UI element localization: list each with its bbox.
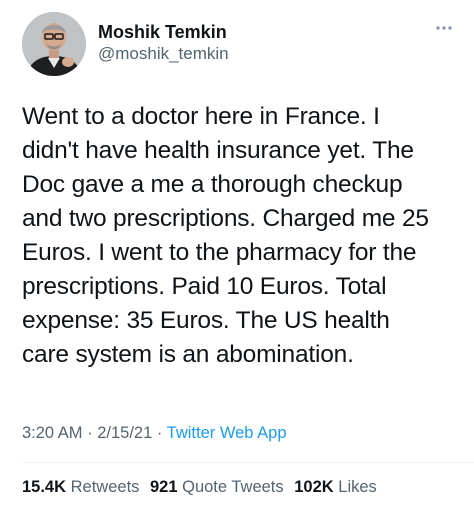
divider [22, 462, 474, 463]
retweets-stat[interactable]: 15.4K Retweets [22, 478, 139, 496]
tweet-card: Moshik Temkin @moshik_temkin Went to a d… [0, 0, 474, 508]
quote-tweets-count: 921 [150, 478, 178, 496]
avatar-image [22, 12, 86, 76]
more-options-icon [436, 26, 452, 30]
tweet-date[interactable]: 2/15/21 [97, 424, 152, 442]
quote-tweets-label: Quote Tweets [182, 478, 284, 496]
avatar[interactable] [22, 12, 86, 76]
author-handle[interactable]: @moshik_temkin [98, 44, 229, 64]
likes-label: Likes [338, 478, 377, 496]
likes-stat[interactable]: 102K Likes [294, 478, 377, 496]
retweets-label: Retweets [70, 478, 140, 496]
meta-separator: · [82, 424, 98, 442]
tweet-meta: 3:20 AM · 2/15/21 · Twitter Web App [22, 424, 287, 443]
likes-count: 102K [294, 478, 334, 496]
tweet-text: Went to a doctor here in France. I didn'… [22, 103, 429, 368]
tweet-stats: 15.4K Retweets 921 Quote Tweets 102K Lik… [22, 478, 383, 497]
more-options-button[interactable] [432, 16, 456, 40]
meta-separator: · [152, 424, 167, 442]
tweet-time[interactable]: 3:20 AM [22, 424, 83, 442]
quote-tweets-stat[interactable]: 921 Quote Tweets [150, 478, 284, 496]
retweets-count: 15.4K [22, 478, 67, 496]
tweet-source-link[interactable]: Twitter Web App [167, 424, 287, 442]
author-name[interactable]: Moshik Temkin [98, 22, 227, 43]
